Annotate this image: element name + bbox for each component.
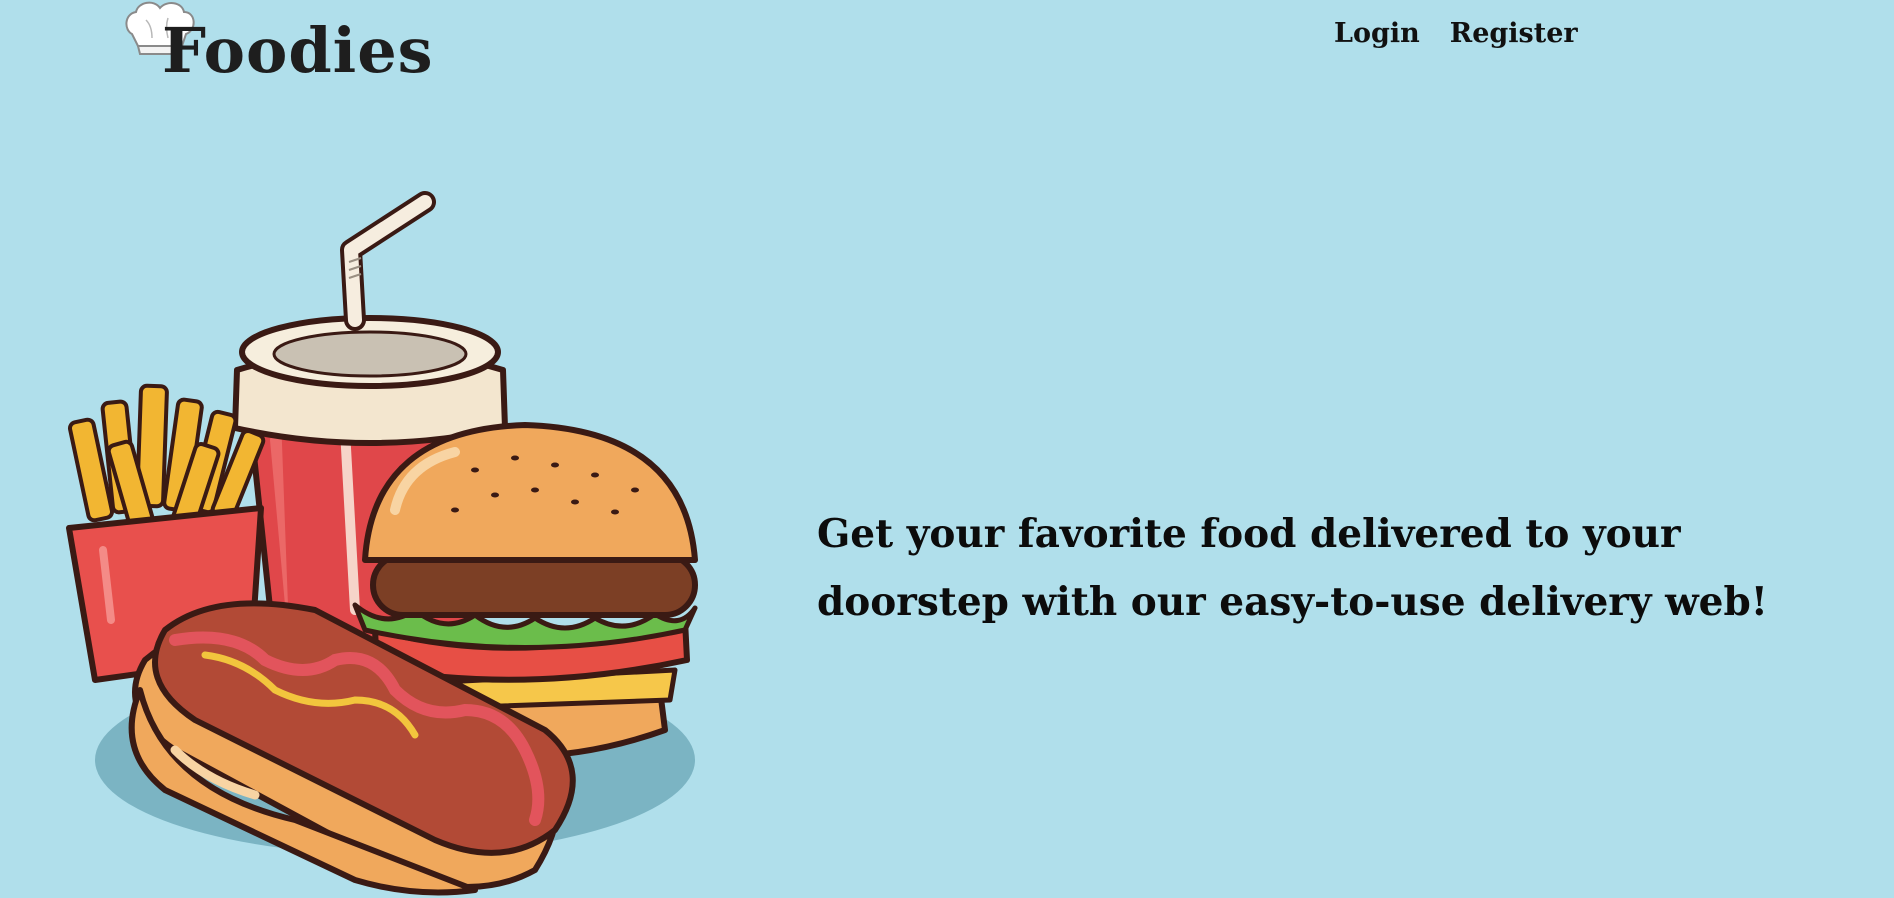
fast-food-illustration [66,191,698,896]
straw [340,191,436,331]
login-link[interactable]: Login [1334,16,1420,52]
brand-name: Foodies [162,14,434,87]
register-link[interactable]: Register [1450,16,1578,52]
hero-tagline: Get your favorite food delivered to your… [817,511,1768,625]
top-nav: Login Register [1334,16,1578,52]
brand-logo[interactable]: Foodies [122,0,433,92]
